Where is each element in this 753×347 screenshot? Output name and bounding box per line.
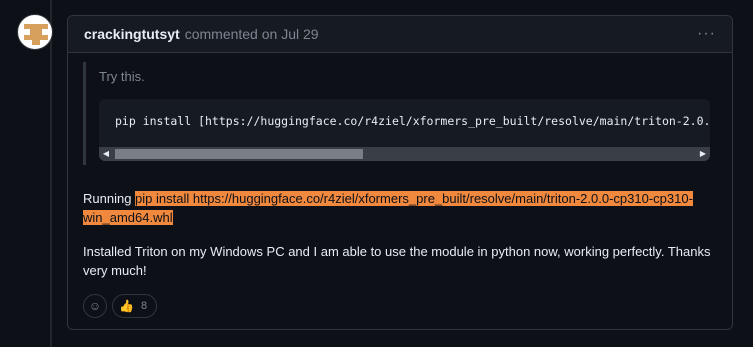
comment-paragraph-running: Running pip install https://huggingface.…: [83, 189, 723, 227]
highlighted-command: pip install https://huggingface.co/r4zie…: [83, 191, 693, 225]
thumbs-up-count: 8: [140, 300, 148, 312]
scroll-right-arrow-icon[interactable]: ▶: [696, 147, 710, 161]
scroll-left-arrow-icon[interactable]: ◀: [99, 147, 113, 161]
horizontal-scrollbar[interactable]: ◀ ▶: [99, 147, 710, 161]
timeline-line: [50, 0, 52, 347]
scrollbar-thumb[interactable]: [115, 149, 363, 159]
reactions-bar: ☺ 👍 8: [83, 294, 158, 318]
running-label: Running: [83, 191, 136, 206]
code-block: pip install [https://huggingface.co/r4zi…: [99, 99, 710, 161]
thumbs-up-icon: 👍: [119, 299, 134, 313]
smiley-icon[interactable]: ☺: [83, 294, 107, 318]
highlighted-command-line2: win_amd64.whl: [83, 210, 173, 225]
more-options-icon[interactable]: ···: [697, 25, 716, 43]
comment-timestamp[interactable]: commented on Jul 29: [185, 26, 319, 42]
avatar[interactable]: [17, 14, 53, 50]
blockquote: Try this. pip install [https://huggingfa…: [83, 62, 710, 165]
highlighted-command-line1: pip install https://huggingface.co/r4zie…: [135, 191, 693, 206]
avatar-pixel: [32, 40, 40, 45]
comment-box: crackingtutsyt commented on Jul 29 ··· T…: [67, 15, 733, 330]
quote-text: Try this.: [99, 69, 145, 84]
thumbs-up-reaction[interactable]: 👍 8: [112, 294, 158, 318]
comment-paragraph-result: Installed Triton on my Windows PC and I …: [83, 244, 711, 278]
code-text: pip install [https://huggingface.co/r4zi…: [115, 114, 710, 128]
comment-header: crackingtutsyt commented on Jul 29 ···: [68, 16, 732, 53]
author-link[interactable]: crackingtutsyt: [84, 26, 180, 42]
